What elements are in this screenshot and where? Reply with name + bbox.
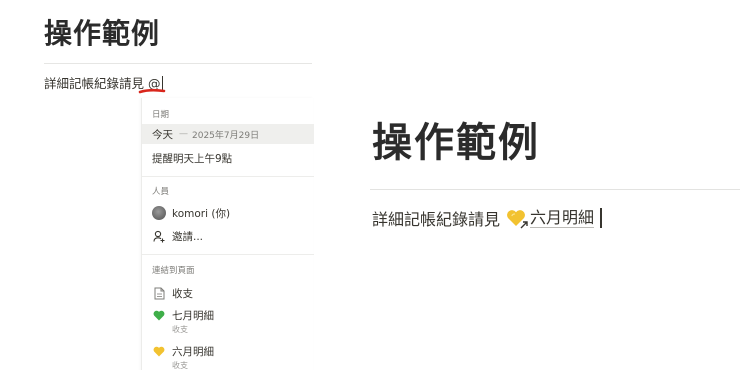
menu-item-page-july[interactable]: 七月明細	[142, 305, 314, 325]
avatar	[152, 206, 166, 220]
menu-item-today[interactable]: 今天 — 2025年7月29日	[142, 124, 314, 144]
mention-label: 六月明細	[530, 207, 595, 228]
yellow-heart-icon	[506, 209, 528, 229]
menu-item-label: komori (你)	[172, 207, 231, 220]
title-divider	[44, 63, 312, 64]
text-cursor	[600, 208, 602, 228]
section-heading-link-page: 連結到頁面	[152, 266, 195, 276]
menu-item-page-income[interactable]: 收支	[142, 283, 314, 303]
menu-item-label: 六月明細	[172, 345, 214, 358]
menu-item-label: 收支	[172, 287, 193, 300]
menu-item-parent: 收支	[172, 361, 188, 370]
menu-item-reminder[interactable]: 提醒明天上午9點	[142, 148, 314, 168]
today-date: 2025年7月29日	[192, 130, 260, 141]
separator-dash: —	[179, 129, 188, 139]
menu-item-invite[interactable]: 邀請...	[142, 226, 314, 246]
menu-item-label: 提醒明天上午9點	[152, 152, 233, 165]
menu-divider	[142, 176, 314, 177]
yellow-heart-icon	[152, 344, 166, 358]
section-heading-date: 日期	[152, 110, 170, 120]
mention-menu: 日期 今天 — 2025年7月29日 提醒明天上午9點 人員 komori (你…	[141, 98, 314, 370]
menu-item-page-june[interactable]: 六月明細	[142, 341, 314, 361]
page-mention-june[interactable]: 六月明細	[506, 207, 595, 229]
menu-item-label: 七月明細	[172, 309, 214, 322]
menu-item-label: 今天	[152, 128, 173, 141]
green-heart-icon	[152, 308, 166, 322]
red-underline-annotation	[138, 88, 166, 94]
title-divider	[370, 189, 740, 190]
page-title: 操作範例	[44, 17, 161, 50]
body-text: 詳細記帳紀錄請見	[372, 210, 501, 229]
section-heading-people: 人員	[152, 187, 170, 197]
body-text: 詳細記帳紀錄請見	[44, 76, 145, 91]
menu-item-label: 邀請...	[172, 230, 204, 243]
menu-item-user-komori[interactable]: komori (你)	[142, 203, 314, 223]
invite-person-icon	[152, 229, 166, 243]
editor-line[interactable]: 詳細記帳紀錄請見 六月明細	[372, 206, 602, 230]
menu-item-parent: 收支	[172, 325, 188, 334]
page-title: 操作範例	[372, 120, 540, 166]
link-arrow-icon	[520, 221, 528, 229]
page-icon	[152, 286, 166, 300]
menu-divider	[142, 254, 314, 255]
